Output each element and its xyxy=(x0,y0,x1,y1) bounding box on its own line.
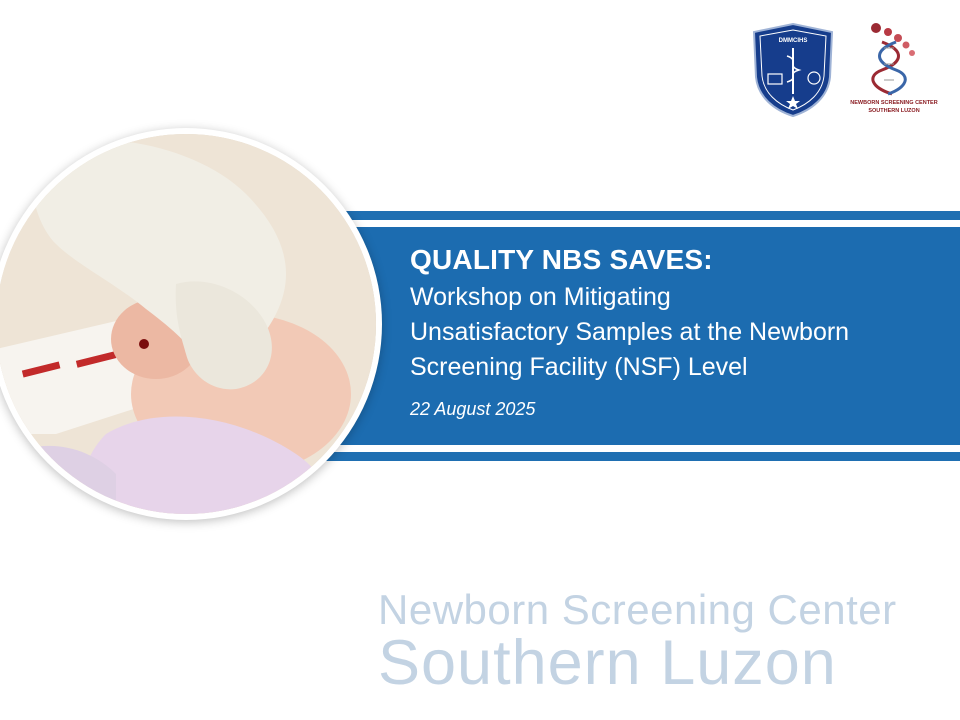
photo-illustration xyxy=(0,134,376,514)
slide-title: QUALITY NBS SAVES: xyxy=(410,244,713,275)
subtitle-line-2: Unsatisfactory Samples at the Newborn xyxy=(410,318,850,346)
subtitle-line-1: Workshop on Mitigating xyxy=(410,283,671,311)
logo-caption-line-1: NEWBORN SCREENING CENTER xyxy=(850,100,938,106)
dna-footprint-icon xyxy=(871,23,915,96)
logo-caption-line-2: SOUTHERN LUZON xyxy=(868,108,920,114)
title-text-block: QUALITY NBS SAVES: Workshop on Mitigatin… xyxy=(410,243,950,420)
slide-subtitle: Workshop on Mitigating Unsatisfactory Sa… xyxy=(410,280,950,385)
event-date: 22 August 2025 xyxy=(410,399,536,419)
heel-prick-photo xyxy=(0,134,376,514)
title-slide: QUALITY NBS SAVES: Workshop on Mitigatin… xyxy=(0,0,960,720)
watermark-line-2: Southern Luzon xyxy=(378,628,837,698)
shield-icon xyxy=(752,22,834,118)
banner-top-stripe xyxy=(338,211,960,220)
shield-text: DMMCIHS xyxy=(778,38,808,44)
banner-bottom-stripe xyxy=(318,452,960,461)
watermark-line-1: Newborn Screening Center xyxy=(378,586,897,633)
school-shield-logo: DMMCIHS xyxy=(752,22,834,118)
nsc-southern-luzon-logo: NEWBORN SCREENING CENTER SOUTHERN LUZON xyxy=(846,20,942,120)
watermark-footer: Newborn Screening Center Southern Luzon xyxy=(378,586,948,698)
subtitle-line-3: Screening Facility (NSF) Level xyxy=(410,353,748,381)
